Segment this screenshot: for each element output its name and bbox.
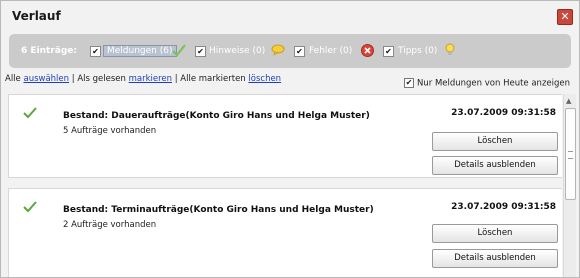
filter-hinweise-label[interactable]: Hinweise (0) [209, 46, 265, 56]
message-card: Bestand: Daueraufträge(Konto Giro Hans u… [8, 94, 562, 178]
today-only-checkbox[interactable]: ✔ [404, 78, 414, 88]
filter-meldungen-checkbox[interactable]: ✔ [90, 46, 101, 57]
check-mark: ✔ [197, 47, 204, 56]
error-icon [361, 44, 374, 57]
title-bar: Verlauf ✕ [1, 1, 579, 31]
check-mark: ✔ [92, 47, 99, 56]
check-mark: ✔ [296, 47, 303, 56]
success-check-icon [23, 107, 37, 119]
message-card: Bestand: Terminaufträge(Konto Giro Hans … [8, 188, 562, 277]
scroll-up-arrow-icon[interactable]: ▲ [566, 97, 571, 105]
message-date: 23.07.2009 09:31:58 [451, 108, 556, 118]
filter-tipps-checkbox[interactable]: ✔ [383, 46, 394, 57]
close-icon: ✕ [560, 10, 570, 23]
message-subtitle: 5 Aufträge vorhanden [63, 126, 157, 136]
message-title: Bestand: Terminaufträge(Konto Giro Hans … [63, 205, 374, 215]
today-only-toggle[interactable]: ✔ Nur Meldungen von Heute anzeigen [404, 78, 570, 89]
delete-button[interactable]: Löschen [432, 132, 558, 151]
check-mark: ✔ [405, 78, 413, 87]
filter-meldungen-label[interactable]: Meldungen (6) [103, 45, 177, 57]
check-mark: ✔ [385, 47, 392, 56]
window-title: Verlauf [12, 9, 61, 23]
message-title: Bestand: Daueraufträge(Konto Giro Hans u… [63, 111, 370, 121]
select-all-link[interactable]: auswählen [23, 74, 69, 84]
filter-fehler-label[interactable]: Fehler (0) [309, 46, 352, 56]
actions-text: | Als gelesen [69, 74, 129, 84]
filter-hinweise-checkbox[interactable]: ✔ [195, 46, 206, 57]
speech-bubble-icon [271, 44, 285, 56]
close-button[interactable]: ✕ [557, 9, 573, 25]
message-list: Bestand: Daueraufträge(Konto Giro Hans u… [8, 94, 562, 277]
bulk-actions: Alle auswählen | Als gelesen markieren |… [5, 74, 281, 84]
history-window: Verlauf ✕ 6 Einträge: ✔ Meldungen (6) ✔ … [0, 0, 580, 278]
scrollbar-thumb[interactable] [565, 108, 576, 200]
today-only-label: Nur Meldungen von Heute anzeigen [417, 78, 571, 89]
message-subtitle: 2 Aufträge vorhanden [63, 220, 157, 230]
grip-icon [568, 151, 573, 159]
mark-read-link[interactable]: markieren [129, 74, 172, 84]
success-check-icon [23, 201, 37, 213]
details-toggle-button[interactable]: Details ausblenden [432, 156, 558, 175]
message-date: 23.07.2009 09:31:58 [451, 202, 556, 212]
filter-fehler-checkbox[interactable]: ✔ [294, 46, 305, 57]
delete-marked-link[interactable]: löschen [248, 74, 281, 84]
actions-text: Alle [5, 74, 24, 84]
entry-count: 6 Einträge: [21, 46, 77, 56]
check-icon [172, 44, 186, 57]
filter-bar: 6 Einträge: ✔ Meldungen (6) ✔ Hinweise (… [9, 34, 571, 68]
filter-tipps-label[interactable]: Tipps (0) [398, 46, 437, 56]
actions-text: | Alle markierten [172, 74, 249, 84]
delete-button[interactable]: Löschen [432, 224, 558, 243]
scrollbar[interactable]: ▲ [563, 94, 576, 277]
details-toggle-button[interactable]: Details ausblenden [432, 249, 558, 268]
lightbulb-icon [445, 43, 455, 55]
